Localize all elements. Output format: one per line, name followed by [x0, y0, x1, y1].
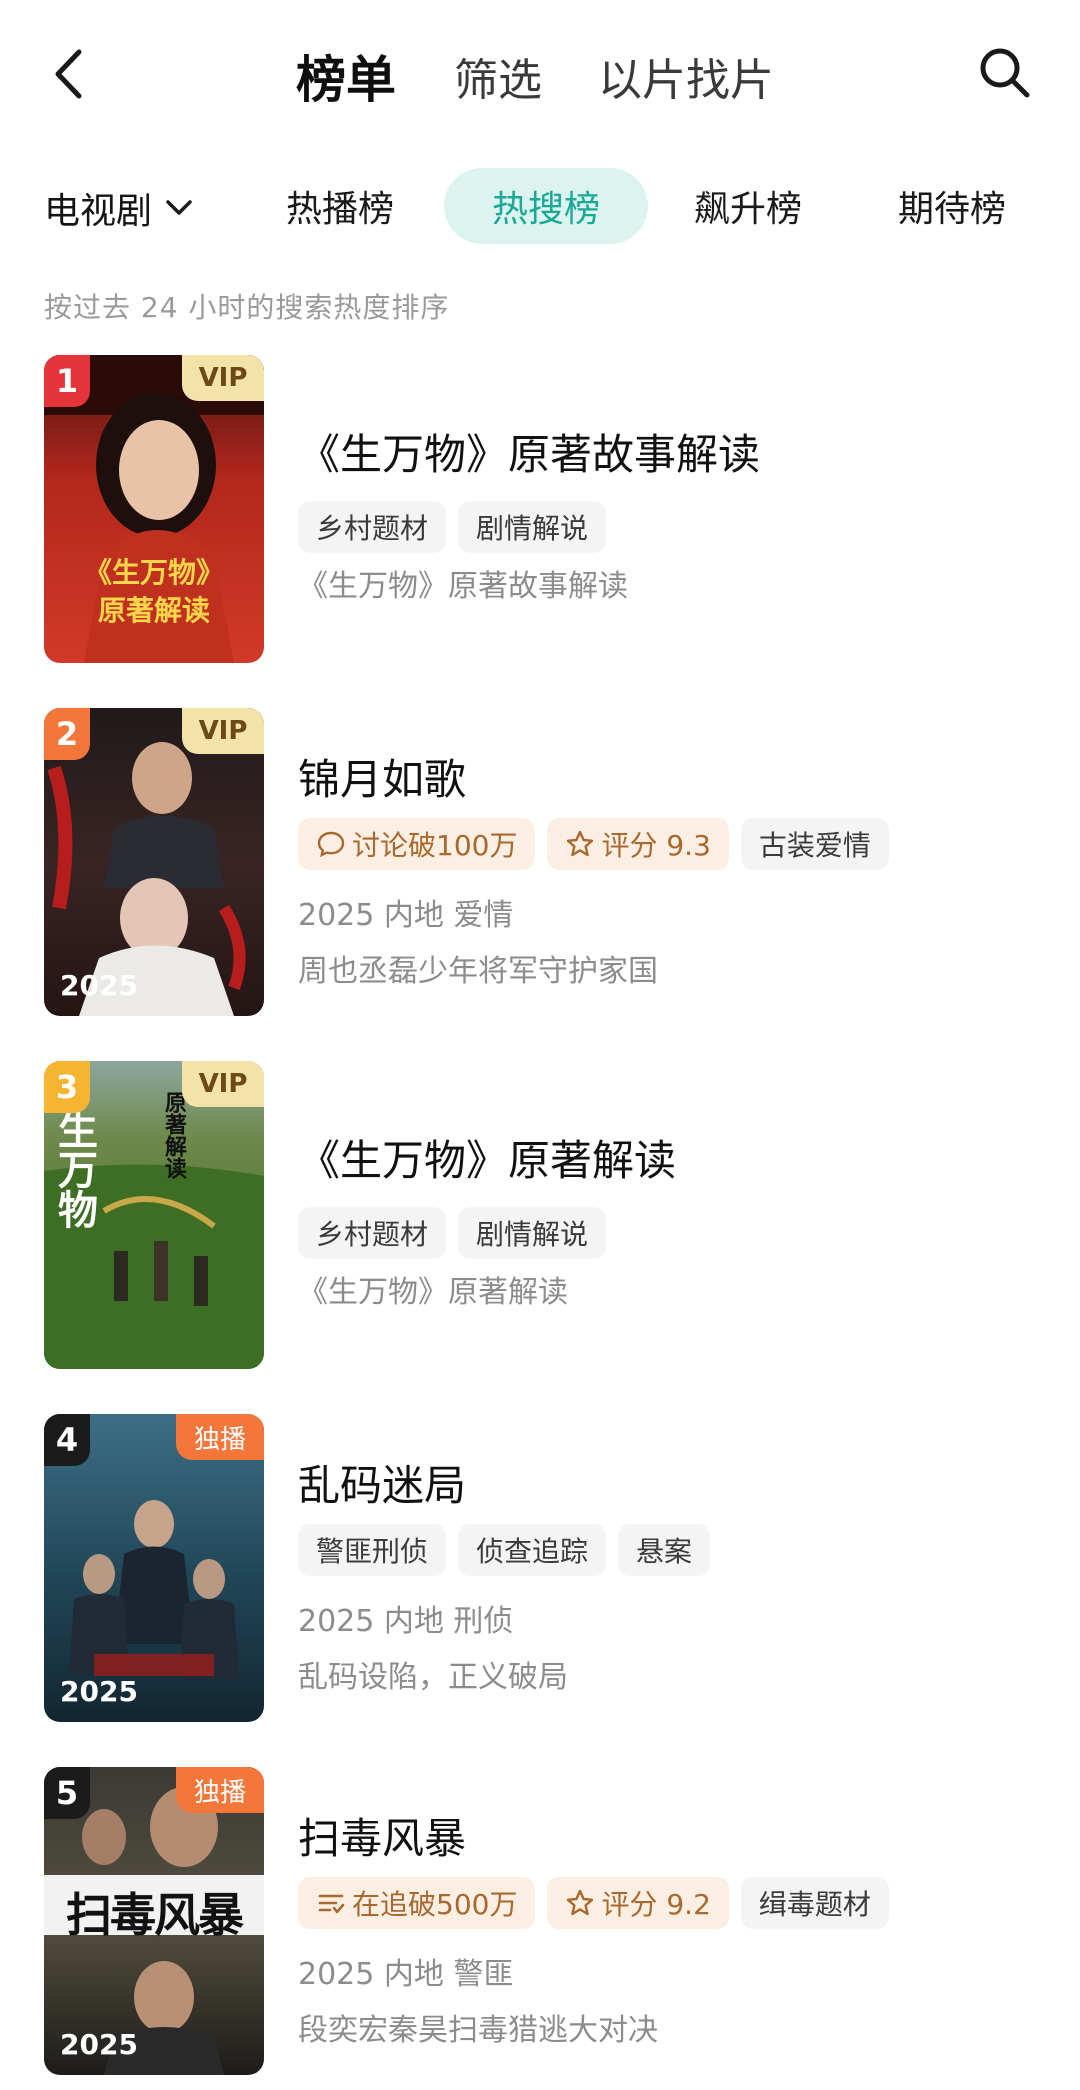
- vip-badge: VIP: [182, 355, 264, 401]
- poster-year: 2025: [60, 2028, 138, 2061]
- poster-subtitle-text: 原著解读: [97, 594, 210, 627]
- item-title[interactable]: 《生万物》原著故事解读: [298, 421, 760, 482]
- tab-filter[interactable]: 筛选: [454, 44, 542, 108]
- rating-tag[interactable]: 评分 9.3: [547, 818, 729, 870]
- discussion-tag[interactable]: 讨论破100万: [298, 818, 536, 870]
- item-description: 乱码设陷，正义破局: [298, 1660, 568, 1695]
- tag[interactable]: 乡村题材: [298, 501, 447, 553]
- tag[interactable]: 悬案: [618, 1524, 711, 1576]
- tag-list: 讨论破100万 评分 9.3 古装爱情: [298, 818, 901, 870]
- tab-hot-search[interactable]: 热搜榜: [444, 168, 648, 244]
- poster-title-text: 生万物: [51, 1109, 97, 1229]
- rank-badge: 3: [44, 1061, 90, 1113]
- poster-image[interactable]: 4 独播 2025: [44, 1414, 264, 1722]
- tag[interactable]: 缉毒题材: [740, 1877, 889, 1929]
- list-item[interactable]: 生万物 原著解读 3 VIP 《生万物》原著解读 乡村题材 剧情解说 《生万物》…: [0, 1061, 1080, 1371]
- tag-list: 警匪刑侦 侦查追踪 悬案: [298, 1524, 722, 1576]
- rating-text: 评分 9.2: [601, 1888, 711, 1921]
- rank-badge: 1: [44, 355, 90, 407]
- poster-image[interactable]: 《生万物》 原著解读 1 VIP: [44, 355, 264, 663]
- search-button[interactable]: [972, 42, 1036, 106]
- tag[interactable]: 警匪刑侦: [298, 1524, 447, 1576]
- tag[interactable]: 古装爱情: [740, 818, 889, 870]
- top-tabs: 榜单 筛选 以片找片: [296, 40, 830, 112]
- star-icon: [565, 1888, 595, 1918]
- tab-hot-play[interactable]: 热播榜: [270, 168, 410, 244]
- tab-find-by-film[interactable]: 以片找片: [598, 44, 774, 108]
- tag[interactable]: 侦查追踪: [458, 1524, 607, 1576]
- tag-list: 在追破500万 评分 9.2 缉毒题材: [298, 1877, 901, 1929]
- item-meta: 2025 内地 爱情: [298, 898, 514, 933]
- tab-rising[interactable]: 飙升榜: [678, 168, 818, 244]
- star-icon: [565, 829, 595, 859]
- exclusive-badge: 独播: [176, 1414, 264, 1460]
- poster-year: 2025: [60, 1675, 138, 1708]
- discussion-text: 讨论破100万: [352, 829, 518, 862]
- item-description: 段奕宏秦昊扫毒猎逃大对决: [298, 2013, 658, 2048]
- list-item[interactable]: 2 VIP 2025 锦月如歌 讨论破100万 评分 9.3 古装爱情 2025…: [0, 708, 1080, 1018]
- chevron-left-icon: [53, 49, 83, 103]
- category-dropdown[interactable]: 电视剧: [44, 176, 192, 240]
- tag-list: 乡村题材 剧情解说: [298, 501, 618, 553]
- item-description: 《生万物》原著故事解读: [298, 569, 628, 604]
- poster-image[interactable]: 扫毒风暴 5 独播 2025: [44, 1767, 264, 2075]
- chevron-down-icon: [166, 200, 192, 216]
- list-icon: [316, 1888, 346, 1918]
- tag[interactable]: 剧情解说: [458, 501, 607, 553]
- item-description: 周也丞磊少年将军守护家国: [298, 954, 658, 989]
- rank-badge: 4: [44, 1414, 90, 1466]
- vip-badge: VIP: [182, 708, 264, 754]
- item-title[interactable]: 扫毒风暴: [298, 1805, 466, 1866]
- vip-badge: VIP: [182, 1061, 264, 1107]
- item-title[interactable]: 《生万物》原著解读: [298, 1127, 676, 1188]
- rank-badge: 2: [44, 708, 90, 760]
- rank-badge: 5: [44, 1767, 90, 1819]
- rating-tag[interactable]: 评分 9.2: [547, 1877, 729, 1929]
- search-icon: [977, 45, 1031, 103]
- poster-image[interactable]: 2 VIP 2025: [44, 708, 264, 1016]
- exclusive-badge: 独播: [176, 1767, 264, 1813]
- item-description: 《生万物》原著解读: [298, 1275, 568, 1310]
- comment-icon: [316, 829, 346, 859]
- category-selected: 电视剧: [44, 191, 153, 232]
- tag[interactable]: 乡村题材: [298, 1207, 447, 1259]
- tag-list: 乡村题材 剧情解说: [298, 1207, 618, 1259]
- tag[interactable]: 剧情解说: [458, 1207, 607, 1259]
- back-button[interactable]: [40, 40, 96, 112]
- tab-ranking[interactable]: 榜单: [296, 40, 396, 112]
- tab-expected[interactable]: 期待榜: [882, 168, 1022, 244]
- top-bar: 榜单 筛选 以片找片: [0, 0, 1080, 150]
- list-item[interactable]: 4 独播 2025 乱码迷局 警匪刑侦 侦查追踪 悬案 2025 内地 刑侦 乱…: [0, 1414, 1080, 1724]
- poster-title-text: 扫毒风暴: [66, 1888, 244, 1942]
- rating-text: 评分 9.3: [601, 829, 711, 862]
- poster-image[interactable]: 生万物 原著解读 3 VIP: [44, 1061, 264, 1369]
- list-item[interactable]: 扫毒风暴 5 独播 2025 扫毒风暴 在追破500万 评分 9.2 缉毒题材 …: [0, 1767, 1080, 2077]
- poster-title-text: 《生万物》: [83, 556, 224, 589]
- category-row: 电视剧 热播榜 热搜榜 飙升榜 期待榜: [0, 168, 1080, 248]
- ranking-description: 按过去 24 小时的搜索热度排序: [44, 291, 450, 324]
- item-meta: 2025 内地 刑侦: [298, 1604, 514, 1639]
- following-text: 在追破500万: [352, 1888, 518, 1921]
- item-title[interactable]: 乱码迷局: [298, 1452, 466, 1513]
- list-item[interactable]: 《生万物》 原著解读 1 VIP 《生万物》原著故事解读 乡村题材 剧情解说 《…: [0, 355, 1080, 665]
- poster-subtitle-text: 原著解读: [161, 1091, 186, 1179]
- item-meta: 2025 内地 警匪: [298, 1957, 514, 1992]
- item-title[interactable]: 锦月如歌: [298, 746, 466, 807]
- following-tag[interactable]: 在追破500万: [298, 1877, 536, 1929]
- poster-year: 2025: [60, 969, 138, 1002]
